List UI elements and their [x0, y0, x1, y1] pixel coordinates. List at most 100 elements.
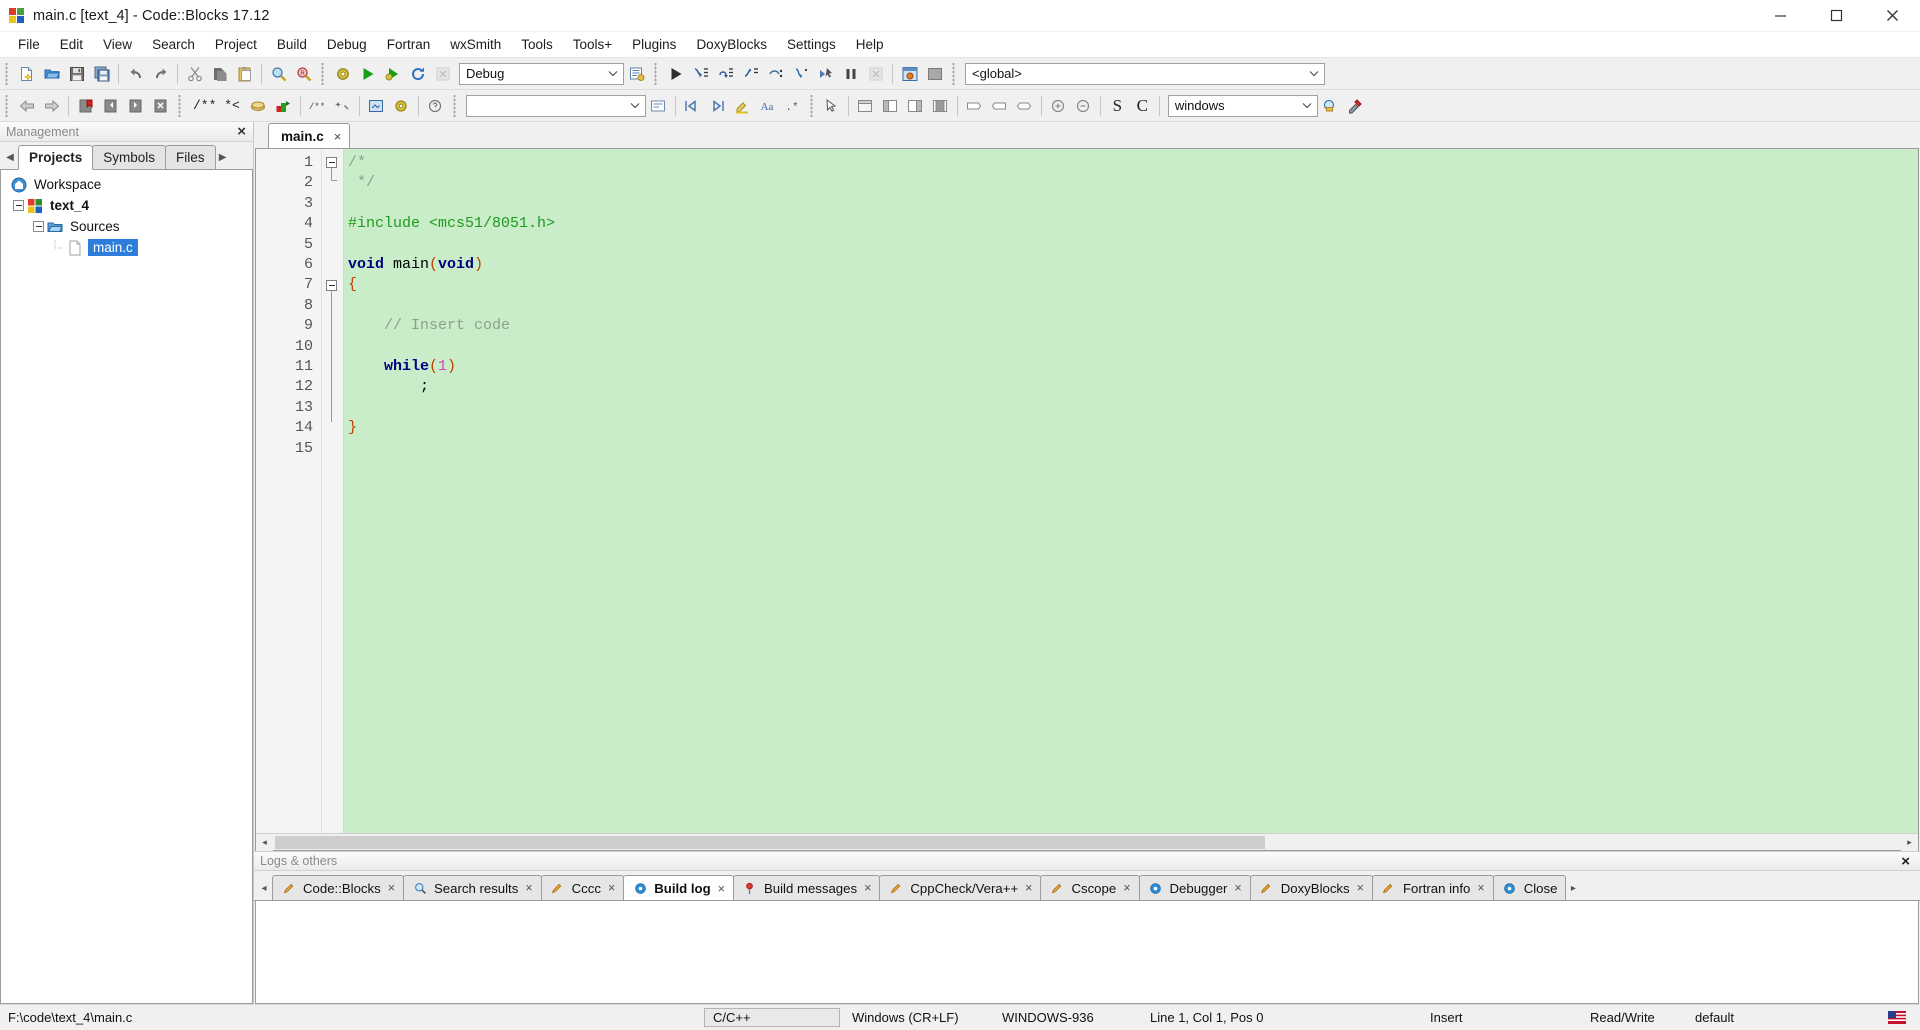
logs-scroll-right[interactable]: ▸ — [1565, 876, 1581, 900]
debugging-windows-icon[interactable] — [897, 61, 922, 86]
logs-tab-close-icon[interactable]: × — [1234, 881, 1241, 895]
logs-tab-close-icon[interactable]: × — [388, 881, 395, 895]
search-next-icon[interactable] — [705, 93, 730, 118]
logs-tab-build-log[interactable]: Build log × — [623, 875, 734, 900]
editor-body[interactable]: 1 2 3 4 5 6 7 8 9 10 11 12 13 14 15 /* *… — [256, 149, 1918, 833]
various-info-icon[interactable] — [922, 61, 947, 86]
tab-projects[interactable]: Projects — [18, 145, 94, 170]
find-icon[interactable] — [266, 61, 291, 86]
previous-bookmark-icon[interactable] — [98, 93, 123, 118]
tabstrip-scroll-right[interactable]: ▶ — [215, 145, 231, 169]
scroll-left-arrow-icon[interactable]: ◂ — [256, 833, 273, 851]
menu-tools-plus[interactable]: Tools+ — [563, 34, 622, 55]
build-icon[interactable] — [330, 61, 355, 86]
editor-scroll-track[interactable] — [273, 834, 1901, 850]
step-over-icon[interactable] — [713, 61, 738, 86]
back-icon[interactable] — [14, 93, 39, 118]
menu-view[interactable]: View — [93, 34, 142, 55]
logs-tab-close[interactable]: Close — [1492, 875, 1567, 900]
logs-tab-close-icon[interactable]: × — [1357, 881, 1364, 895]
logs-tab-cccc[interactable]: Cccc × — [540, 875, 625, 900]
align-right-icon[interactable] — [1012, 93, 1037, 118]
copy-icon[interactable] — [207, 61, 232, 86]
preview-icon[interactable] — [1318, 93, 1343, 118]
logs-tab-doxyblocks[interactable]: DoxyBlocks × — [1249, 875, 1373, 900]
menu-help[interactable]: Help — [846, 34, 894, 55]
toolbar2-grip-3[interactable] — [450, 94, 459, 117]
scroll-right-arrow-icon[interactable]: ▸ — [1901, 833, 1918, 851]
debug-continue-icon[interactable] — [663, 61, 688, 86]
clear-bookmarks-icon[interactable] — [148, 93, 173, 118]
tree-expander-sources[interactable] — [33, 221, 44, 232]
logs-tab-fortran-info[interactable]: Fortran info × — [1371, 875, 1494, 900]
logs-tab-cscope[interactable]: Cscope × — [1040, 875, 1140, 900]
properties-icon[interactable] — [1343, 93, 1368, 118]
run-to-cursor-icon[interactable] — [813, 61, 838, 86]
menu-debug[interactable]: Debug — [317, 34, 377, 55]
menu-edit[interactable]: Edit — [50, 34, 93, 55]
new-file-icon[interactable] — [14, 61, 39, 86]
logs-tab-close-icon[interactable]: × — [525, 881, 532, 895]
build-target-select[interactable]: Debug — [459, 62, 624, 85]
forward-icon[interactable] — [39, 93, 64, 118]
next-instruction-icon[interactable] — [763, 61, 788, 86]
logs-tab-codeblocks[interactable]: Code::Blocks × — [272, 875, 405, 900]
save-all-icon[interactable] — [89, 61, 114, 86]
logs-content[interactable] — [255, 901, 1919, 1004]
undo-icon[interactable] — [123, 61, 148, 86]
menu-plugins[interactable]: Plugins — [622, 34, 686, 55]
doxyblocks-info-icon[interactable] — [423, 93, 448, 118]
fold-margin[interactable] — [322, 149, 344, 833]
scope-select[interactable]: <global> — [965, 62, 1325, 85]
stop-debugger-icon[interactable] — [863, 61, 888, 86]
abort-icon[interactable] — [430, 61, 455, 86]
paste-icon[interactable] — [232, 61, 257, 86]
layout-center-icon[interactable] — [928, 93, 953, 118]
management-close-button[interactable]: × — [234, 124, 249, 139]
zoom-out-icon[interactable] — [1071, 93, 1096, 118]
logs-tab-close-icon[interactable]: × — [1123, 881, 1130, 895]
status-language[interactable]: C/C++ — [704, 1008, 840, 1027]
pointer-icon[interactable] — [819, 93, 844, 118]
open-file-icon[interactable] — [39, 61, 64, 86]
logs-scroll-left[interactable]: ◂ — [256, 876, 272, 900]
editor-horizontal-scrollbar[interactable]: ◂ ▸ — [256, 833, 1918, 851]
tree-item-mainc[interactable]: main.c — [1, 237, 252, 258]
cut-icon[interactable] — [182, 61, 207, 86]
tree-item-project[interactable]: text_4 — [1, 195, 252, 216]
doxyblocks-settings-icon[interactable] — [389, 93, 414, 118]
doxyblocks-comment-icon[interactable] — [246, 93, 271, 118]
logs-tab-build-messages[interactable]: Build messages × — [732, 875, 881, 900]
editor-tab-close-icon[interactable]: × — [334, 129, 342, 144]
align-center-icon[interactable] — [987, 93, 1012, 118]
menu-tools[interactable]: Tools — [511, 34, 563, 55]
fold-toggle-comment[interactable] — [326, 157, 337, 168]
logs-tab-close-icon[interactable]: × — [718, 882, 725, 896]
code-content[interactable]: /* */ #include <mcs51/8051.h> void main(… — [344, 149, 1918, 833]
rebuild-icon[interactable] — [405, 61, 430, 86]
match-case-icon[interactable]: Aa — [755, 93, 780, 118]
menu-fortran[interactable]: Fortran — [377, 34, 441, 55]
select-target-icon[interactable] — [624, 61, 649, 86]
project-tree[interactable]: Workspace text_4 Sources main.c — [0, 170, 253, 1004]
layout-right-icon[interactable] — [903, 93, 928, 118]
minimize-button[interactable] — [1752, 0, 1808, 32]
incremental-search-input[interactable] — [465, 94, 646, 117]
regex-icon[interactable]: .* — [780, 93, 805, 118]
tabstrip-scroll-left[interactable]: ◀ — [2, 145, 18, 169]
build-and-run-icon[interactable] — [380, 61, 405, 86]
toolbar2-grip-4[interactable] — [807, 94, 816, 117]
tree-item-sources[interactable]: Sources — [1, 216, 252, 237]
break-debugger-icon[interactable] — [838, 61, 863, 86]
run-icon[interactable] — [355, 61, 380, 86]
step-into-icon[interactable] — [688, 61, 713, 86]
zoom-in-icon[interactable] — [1046, 93, 1071, 118]
doxyblocks-run-icon[interactable] — [271, 93, 296, 118]
search-prev-icon[interactable] — [680, 93, 705, 118]
toolbar-grip[interactable] — [3, 62, 11, 85]
ime-indicator-icon[interactable] — [1880, 1005, 1920, 1030]
close-button[interactable] — [1864, 0, 1920, 32]
menu-build[interactable]: Build — [267, 34, 317, 55]
wxsmith-platform-select[interactable]: windows — [1167, 94, 1318, 117]
menu-file[interactable]: File — [8, 34, 50, 55]
